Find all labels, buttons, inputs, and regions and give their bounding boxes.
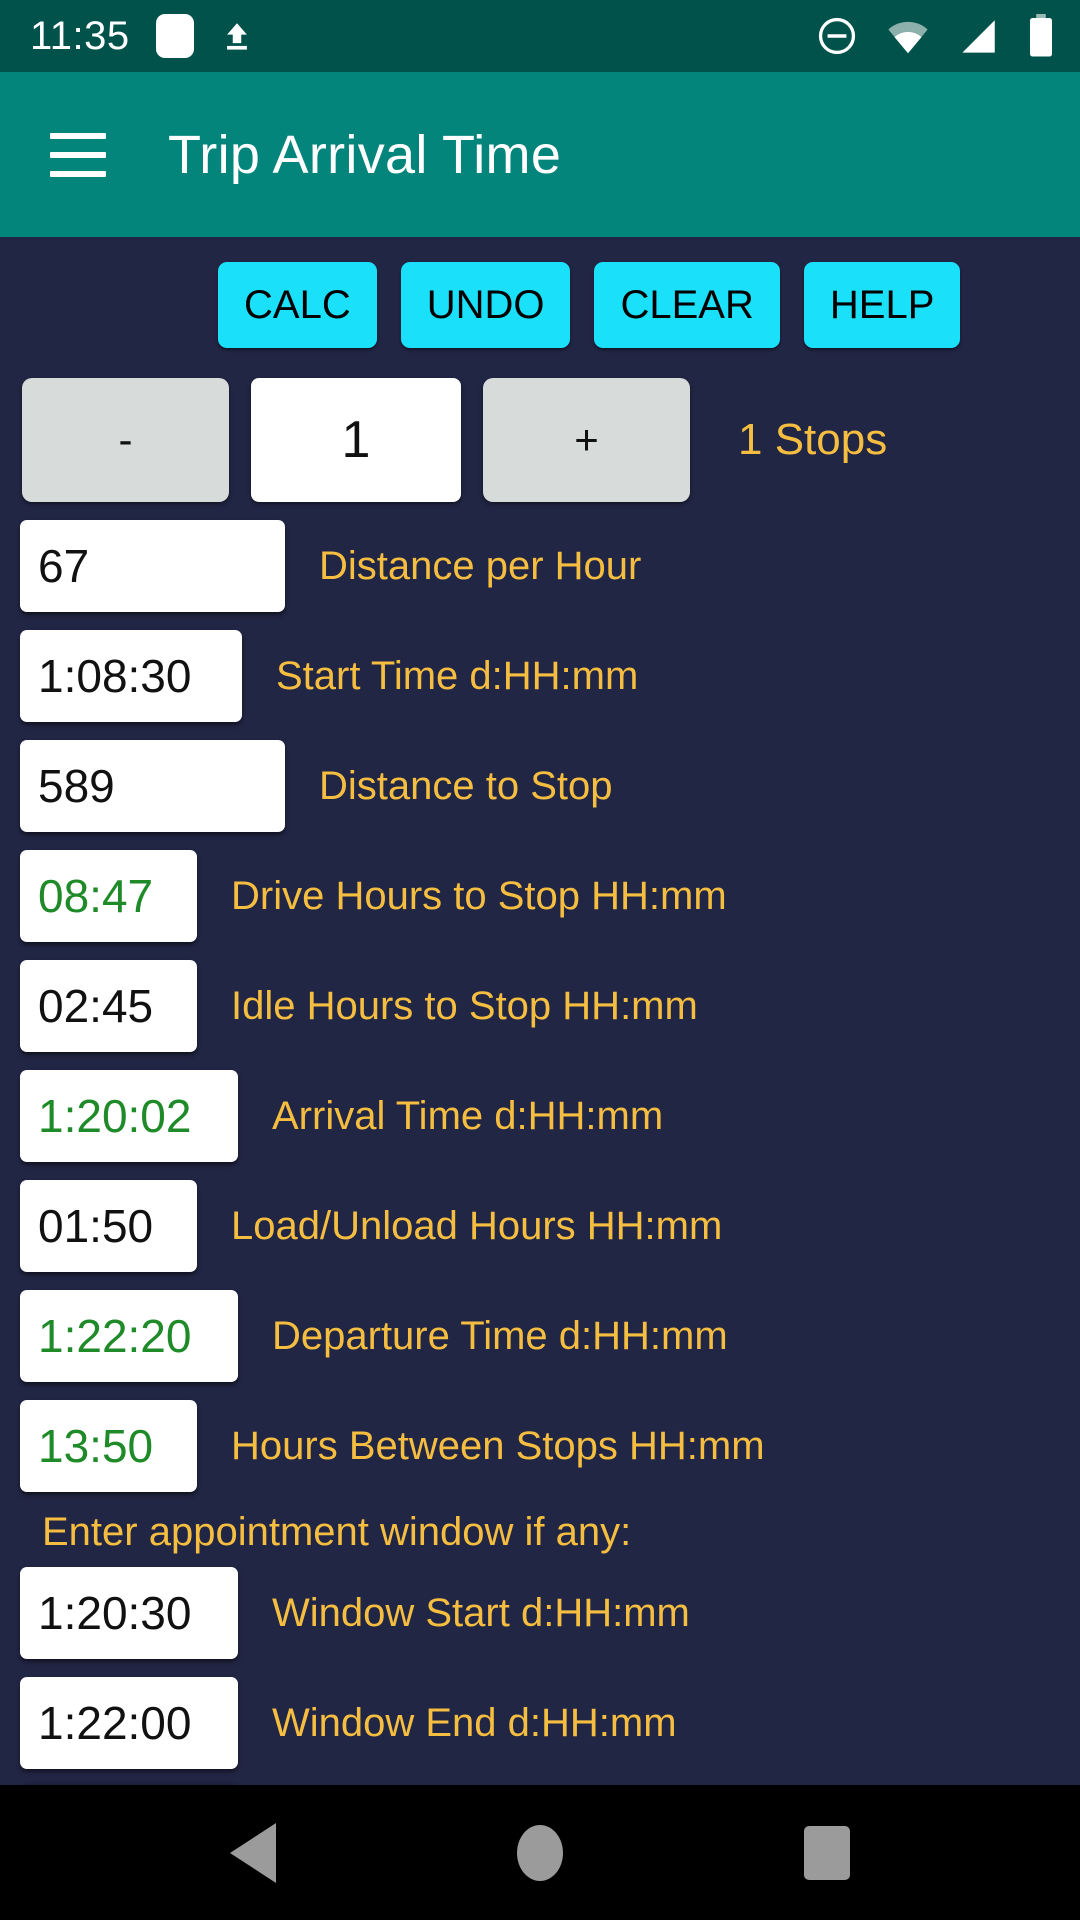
field-row: 67 Distance per Hour xyxy=(0,520,1080,612)
field-value-input[interactable]: 1:08:30 xyxy=(20,630,242,722)
status-clock: 11:35 xyxy=(30,14,130,58)
calc-button[interactable]: CALC xyxy=(218,262,377,348)
clear-button[interactable]: CLEAR xyxy=(594,262,780,348)
stops-count-label: 1 Stops xyxy=(738,415,888,464)
wifi-icon xyxy=(888,21,928,54)
home-circle-icon[interactable] xyxy=(516,1824,563,1881)
status-bar-left: 11:35 xyxy=(30,14,254,58)
field-value-input[interactable]: 08:47 xyxy=(20,850,197,942)
field-row: 589 Distance to Stop xyxy=(0,740,1080,832)
field-value-input[interactable]: 589 xyxy=(20,740,285,832)
main-content: CALC UNDO CLEAR HELP - + 1 Stops 67 Dista… xyxy=(0,237,1080,1785)
field-value-input[interactable]: 1:20:02 xyxy=(20,1070,238,1162)
field-value-input[interactable]: 67 xyxy=(20,520,285,612)
increment-stops-button[interactable]: + xyxy=(483,378,690,502)
help-button[interactable]: HELP xyxy=(803,262,961,348)
field-row: 13:50 Hours Between Stops HH:mm xyxy=(0,1400,1080,1492)
appointment-window-note: Enter appointment window if any: xyxy=(42,1510,632,1554)
field-row: 08:47 Drive Hours to Stop HH:mm xyxy=(0,850,1080,942)
field-value-input[interactable]: 01:50 xyxy=(20,1180,197,1272)
field-value-input[interactable]: 13:50 xyxy=(20,1400,197,1492)
app-bar: Trip Arrival Time xyxy=(0,72,1080,237)
android-nav-bar xyxy=(0,1785,1080,1920)
cell-signal-icon xyxy=(962,20,995,53)
field-label: Hours Between Stops HH:mm xyxy=(231,1423,765,1468)
do-not-disturb-icon xyxy=(818,17,856,55)
field-value-input[interactable]: 02:45 xyxy=(20,960,197,1052)
hamburger-bar xyxy=(50,132,106,139)
field-row: 1:22:20 Departure Time d:HH:mm xyxy=(0,1290,1080,1382)
field-label: Distance to Stop xyxy=(319,763,613,808)
action-button-row: CALC UNDO CLEAR HELP xyxy=(0,237,1080,348)
field-label: Distance per Hour xyxy=(319,543,642,588)
back-triangle-icon[interactable] xyxy=(230,1822,277,1883)
field-row: 1:20:30 Window Start d:HH:mm xyxy=(0,1567,1080,1659)
notification-square-icon xyxy=(155,14,194,58)
field-value-input[interactable]: 1:22:00 xyxy=(20,1677,238,1769)
field-label: Idle Hours to Stop HH:mm xyxy=(231,983,698,1028)
field-label: Window End d:HH:mm xyxy=(272,1700,677,1745)
field-label: Drive Hours to Stop HH:mm xyxy=(231,873,727,918)
field-list: 67 Distance per Hour 1:08:30 Start Time d:H… xyxy=(0,502,1080,1785)
stops-stepper: - + 1 Stops xyxy=(0,348,1080,502)
status-bar: 11:35 xyxy=(0,0,1080,72)
field-row: 02:45 Idle Hours to Stop HH:mm xyxy=(0,960,1080,1052)
field-row: 01:50 Load/Unload Hours HH:mm xyxy=(0,1180,1080,1272)
undo-button[interactable]: UNDO xyxy=(400,262,571,348)
decrement-stops-button[interactable]: - xyxy=(22,378,229,502)
field-row: 1:08:30 Start Time d:HH:mm xyxy=(0,630,1080,722)
field-label: Arrival Time d:HH:mm xyxy=(272,1093,664,1138)
app-screen: 11:35 Trip Arrival Time CALC UNDO CLEAR … xyxy=(0,0,1080,1920)
field-label: Departure Time d:HH:mm xyxy=(272,1313,728,1358)
field-label: Window Start d:HH:mm xyxy=(272,1590,690,1635)
field-value-input[interactable]: 1:22:20 xyxy=(20,1290,238,1382)
hamburger-menu-icon[interactable] xyxy=(50,132,106,177)
battery-icon xyxy=(1030,14,1052,57)
field-label: Start Time d:HH:mm xyxy=(276,653,639,698)
page-title: Trip Arrival Time xyxy=(168,124,562,185)
field-label: Load/Unload Hours HH:mm xyxy=(231,1203,723,1248)
field-value-input[interactable]: 1:20:30 xyxy=(20,1567,238,1659)
field-row: 1:20:02 Arrival Time d:HH:mm xyxy=(0,1070,1080,1162)
hamburger-bar xyxy=(50,151,106,158)
field-row: 1:22:00 Window End d:HH:mm xyxy=(0,1677,1080,1769)
stops-count-input[interactable] xyxy=(251,378,461,502)
upload-icon xyxy=(226,23,247,50)
recents-square-icon[interactable] xyxy=(803,1825,850,1880)
status-bar-right xyxy=(816,14,1054,58)
hamburger-bar xyxy=(50,170,106,177)
